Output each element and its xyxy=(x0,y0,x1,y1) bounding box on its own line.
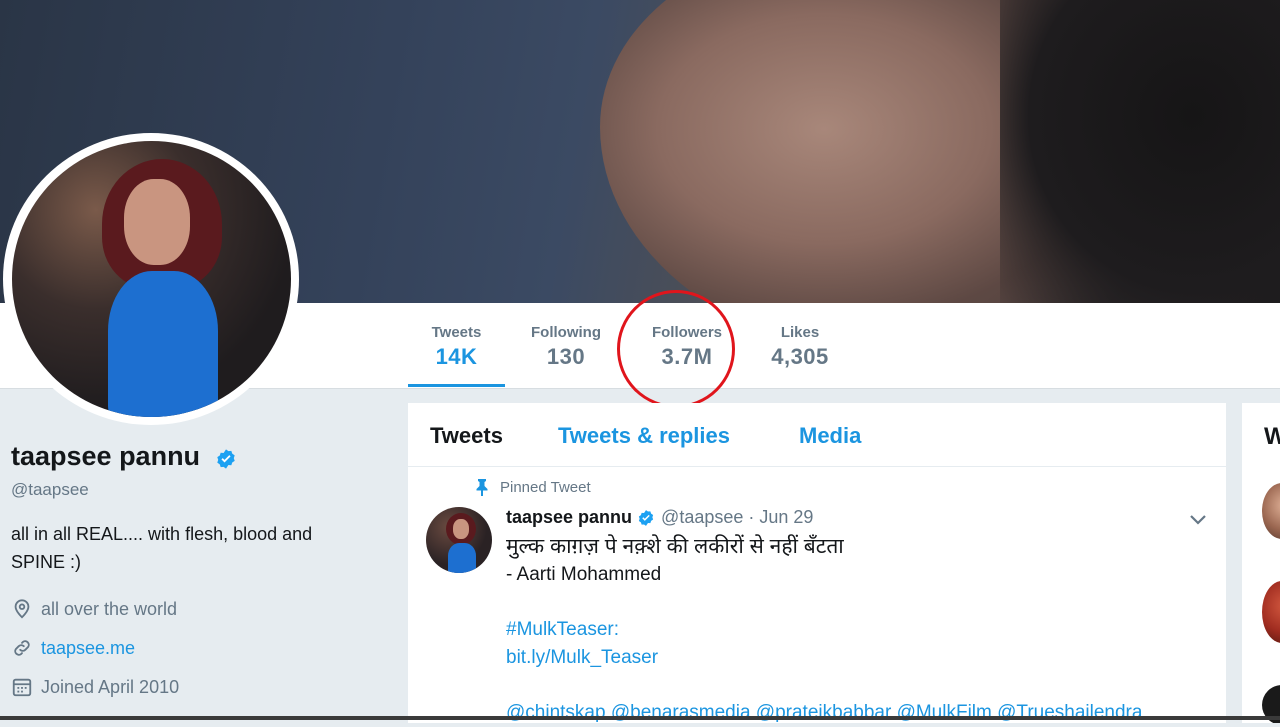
tweet-date[interactable]: Jun 29 xyxy=(759,507,813,528)
verified-badge-icon xyxy=(217,449,235,469)
profile-location: all over the world xyxy=(11,597,177,621)
tweet-link[interactable]: bit.ly/Mulk_Teaser xyxy=(506,644,1206,672)
profile-website-link[interactable]: taapsee.me xyxy=(41,638,135,659)
stat-followers[interactable]: Followers 3.7M xyxy=(640,303,734,387)
link-icon xyxy=(14,640,30,656)
suggested-user-avatar[interactable] xyxy=(1262,581,1280,643)
suggested-user-avatar[interactable] xyxy=(1262,483,1280,539)
tab-tweets[interactable]: Tweets xyxy=(430,423,503,449)
pinned-tweet-indicator: Pinned Tweet xyxy=(474,478,591,496)
profile-location-text: all over the world xyxy=(41,598,178,619)
pin-icon xyxy=(476,479,488,496)
window-bottom-edge xyxy=(0,716,1280,720)
timeline-panel: Tweets Tweets & replies Media Pinned Twe… xyxy=(408,403,1226,723)
who-to-follow-title: W xyxy=(1264,423,1280,450)
stat-following-label: Following xyxy=(531,324,601,341)
avatar-shirt xyxy=(108,271,218,417)
tweet-avatar-shirt xyxy=(448,543,476,573)
profile-website[interactable]: taapsee.me xyxy=(11,636,135,660)
stat-likes-value: 4,305 xyxy=(771,344,829,369)
profile-bio: all in all REAL.... with flesh, blood an… xyxy=(11,524,313,572)
stat-likes[interactable]: Likes 4,305 xyxy=(760,303,840,387)
stat-followers-label: Followers xyxy=(651,324,722,341)
tweet-text-line-2: - Aarti Mohammed xyxy=(506,564,662,585)
profile-joined-text: Joined April 2010 xyxy=(41,676,180,697)
stat-tweets-value: 14K xyxy=(435,344,478,369)
chevron-down-icon[interactable] xyxy=(1188,513,1208,527)
tweet-hashtag[interactable]: #MulkTeaser xyxy=(506,619,614,640)
stat-tweets-label: Tweets xyxy=(431,324,482,341)
tweet-text-line-1: मुल्क काग़ज़ पे नक़्शे की लकीरों से नहीं… xyxy=(506,535,844,558)
tweet-mentions[interactable]: @chintskap @benarasmedia @prateikbabbar … xyxy=(506,699,1206,727)
stat-following[interactable]: Following 130 xyxy=(520,303,612,387)
tweet-hashtag-line: #MulkTeaser: xyxy=(506,616,1206,644)
tweet-author-avatar[interactable] xyxy=(426,507,492,573)
who-to-follow-panel: W xyxy=(1242,403,1280,723)
tweet-gap xyxy=(506,672,1206,699)
tweet-gap xyxy=(506,589,1206,616)
profile-joined: Joined April 2010 xyxy=(11,675,179,699)
tab-media[interactable]: Media xyxy=(799,423,861,449)
avatar[interactable] xyxy=(12,141,291,417)
tweet-header: taapsee pannu @taapsee · Jun 29 xyxy=(506,507,813,528)
profile-handle: @taapsee xyxy=(11,480,89,499)
tweet-avatar-face xyxy=(453,519,469,539)
profile-name[interactable]: taapsee pannu xyxy=(11,441,200,472)
stat-following-value: 130 xyxy=(546,344,586,369)
pinned-tweet-label: Pinned Tweet xyxy=(500,478,591,496)
tweet-hashtag-suffix: : xyxy=(613,619,619,640)
timeline-tabs: Tweets Tweets & replies Media xyxy=(408,403,1226,467)
tweet-author-name[interactable]: taapsee pannu xyxy=(506,507,632,528)
stat-likes-label: Likes xyxy=(780,324,820,341)
calendar-icon xyxy=(12,678,32,697)
tweet-body: मुल्क काग़ज़ पे नक़्शे की लकीरों से नहीं… xyxy=(506,533,1206,727)
stat-tweets[interactable]: Tweets 14K xyxy=(408,303,505,387)
tweet-verified-badge-icon xyxy=(638,509,654,526)
avatar-face xyxy=(124,179,190,265)
stat-followers-value: 3.7M xyxy=(661,344,713,369)
location-pin-icon xyxy=(14,599,30,619)
tweet-author-handle[interactable]: @taapsee xyxy=(661,507,743,528)
tweet-separator: · xyxy=(748,507,755,527)
banner-photo-hair xyxy=(1000,0,1280,303)
tab-tweets-and-replies[interactable]: Tweets & replies xyxy=(558,423,730,449)
